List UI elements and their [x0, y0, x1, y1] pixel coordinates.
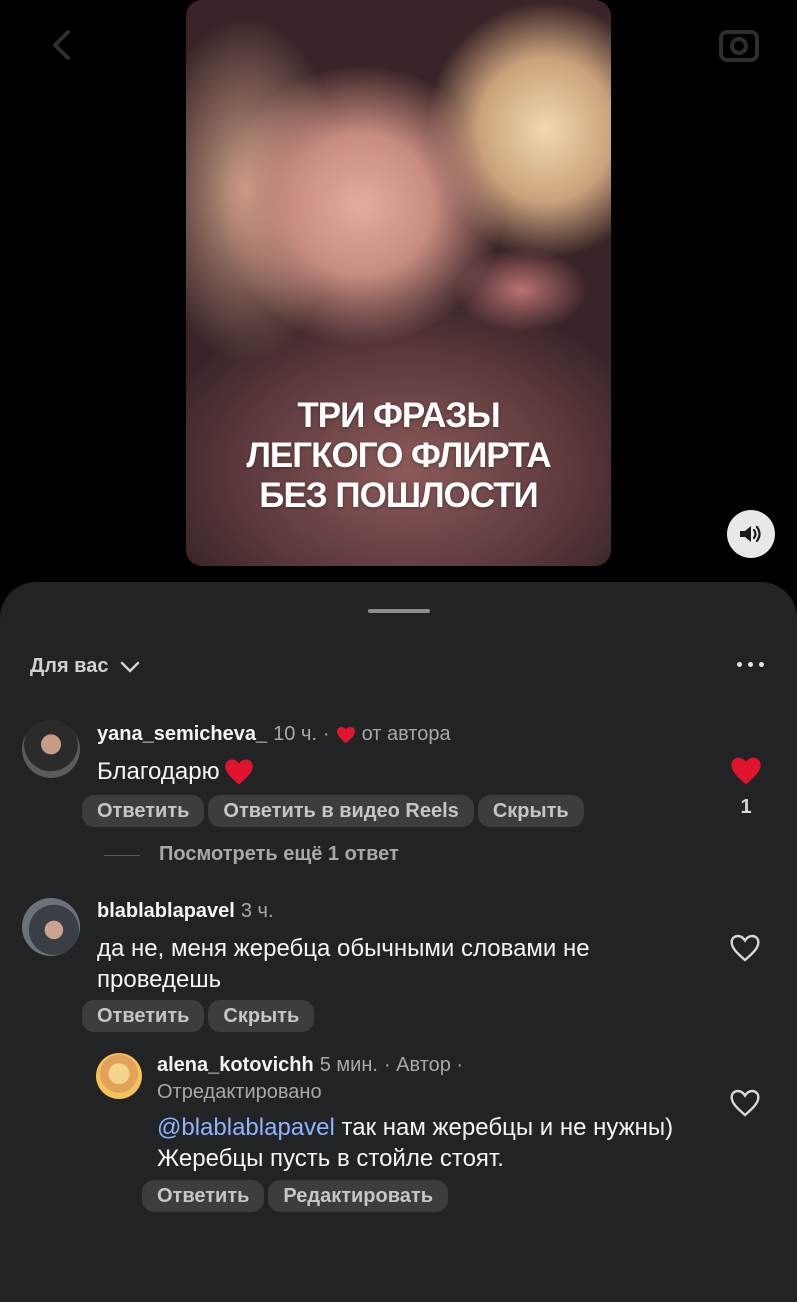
like-heart-filled-icon[interactable]	[730, 756, 762, 786]
comment-header: blablablapavel 3 ч.	[97, 900, 274, 923]
avatar[interactable]	[22, 720, 80, 778]
chevron-down-icon	[121, 661, 140, 672]
edit-button[interactable]: Редактировать	[268, 1180, 448, 1212]
comment-time: 10 ч.	[273, 723, 317, 745]
video-caption: ТРИ ФРАЗЫ ЛЕГКОГО ФЛИРТА БЕЗ ПОШЛОСТИ	[186, 396, 611, 516]
reply-in-reels-button[interactable]: Ответить в видео Reels	[208, 795, 474, 827]
comment-username[interactable]: yana_semicheva_	[97, 723, 267, 746]
author-like-label: от автора	[361, 723, 451, 745]
reply-button[interactable]: Ответить	[82, 795, 205, 827]
hide-button[interactable]: Скрыть	[208, 1000, 315, 1032]
camera-icon[interactable]	[716, 22, 762, 68]
separator: ·	[322, 723, 330, 745]
mention-link[interactable]: @blablablapavel	[157, 1114, 335, 1141]
reply-time: 5 мин.	[319, 1054, 378, 1076]
view-more-replies-link[interactable]: Посмотреть ещё 1 ответ	[159, 843, 399, 866]
comment-text: да не, меня жеребца обычными словами не …	[97, 935, 590, 993]
comments-sheet: Для вас yana_semicheva_ 10 ч. · от автор…	[0, 582, 797, 1302]
video-caption-line-2: ЛЕГКОГО ФЛИРТА	[246, 436, 551, 475]
like-heart-outline-icon[interactable]	[729, 933, 761, 963]
reel-video-preview[interactable]: ТРИ ФРАЗЫ ЛЕГКОГО ФЛИРТА БЕЗ ПОШЛОСТИ	[186, 0, 611, 566]
comment-text-content: Благодарю	[97, 758, 220, 785]
edited-label: Отредактировано	[157, 1081, 322, 1103]
comments-filter-dropdown[interactable]: Для вас	[30, 655, 140, 678]
back-arrow-icon[interactable]	[40, 22, 86, 68]
avatar[interactable]	[96, 1053, 142, 1099]
reply-button[interactable]: Ответить	[82, 1000, 205, 1032]
filter-label: Для вас	[30, 655, 109, 677]
more-dots-icon[interactable]	[737, 662, 764, 667]
reply-button[interactable]: Ответить	[142, 1180, 265, 1212]
comment-actions: Ответить Скрыть	[82, 1000, 315, 1032]
red-heart-emoji-icon	[224, 759, 253, 784]
comment-username[interactable]: blablablapavel	[97, 900, 235, 923]
reply-username[interactable]: alena_kotovichh	[157, 1054, 314, 1077]
speaker-icon	[740, 525, 761, 543]
like-heart-outline-icon[interactable]	[729, 1088, 761, 1118]
hide-button[interactable]: Скрыть	[477, 795, 584, 827]
comment-time: 3 ч.	[240, 900, 274, 922]
drag-handle[interactable]	[368, 609, 430, 613]
video-caption-line-1: ТРИ ФРАЗЫ	[297, 396, 500, 435]
replies-divider	[104, 855, 140, 856]
like-count: 1	[740, 796, 752, 818]
comment-header: yana_semicheva_ 10 ч. · от автора	[97, 723, 451, 746]
small-heart-icon	[336, 726, 355, 743]
reply-text: @blablablapavel так нам жеребцы и не нуж…	[157, 1112, 687, 1174]
reply-header: alena_kotovichh 5 мин. · Автор ·	[157, 1054, 463, 1077]
video-caption-line-3: БЕЗ ПОШЛОСТИ	[259, 476, 538, 515]
reply-actions: Ответить Редактировать	[142, 1180, 448, 1212]
author-tag: · Автор ·	[383, 1054, 464, 1076]
comment-text: Благодарю	[97, 756, 254, 787]
avatar[interactable]	[22, 898, 80, 956]
comment-actions: Ответить Ответить в видео Reels Скрыть	[82, 795, 584, 827]
sound-toggle-button[interactable]	[727, 510, 775, 558]
